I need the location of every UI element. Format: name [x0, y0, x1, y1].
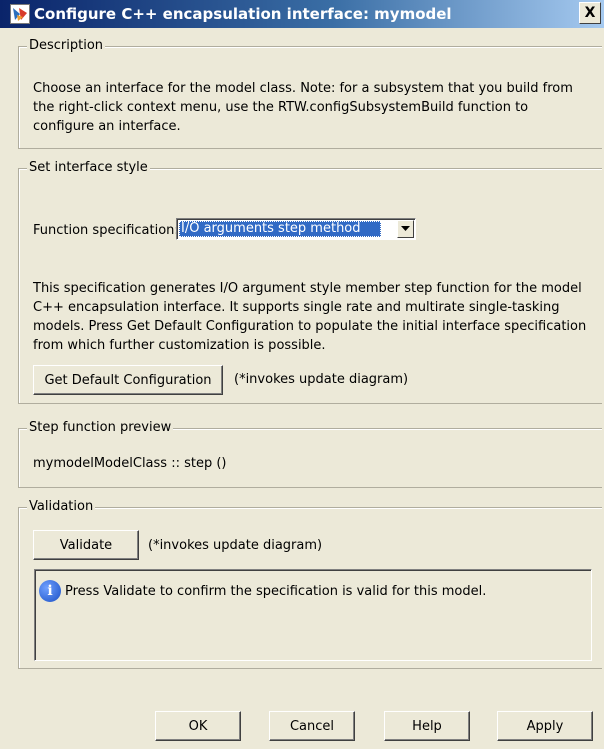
- get-default-configuration-button[interactable]: Get Default Configuration: [33, 365, 223, 395]
- description-legend: Description: [27, 37, 106, 55]
- step-preview-group: Step function preview mymodelModelClass …: [18, 419, 602, 488]
- help-button[interactable]: Help: [384, 711, 470, 741]
- title-bar: Configure C++ encapsulation interface: m…: [0, 0, 604, 28]
- close-button[interactable]: X: [579, 2, 601, 24]
- get-default-note: (*invokes update diagram): [234, 372, 409, 387]
- function-spec-value: I/O arguments step method: [179, 221, 381, 237]
- simulink-app-icon: [10, 4, 30, 24]
- chevron-down-icon[interactable]: [397, 220, 414, 238]
- validate-label: Validate: [59, 537, 113, 553]
- step-preview-text: mymodelModelClass :: step (): [33, 456, 227, 471]
- info-icon: i: [39, 580, 61, 602]
- cancel-label: Cancel: [289, 718, 335, 734]
- description-group: Description Choose an interface for the …: [18, 37, 602, 149]
- function-spec-select[interactable]: I/O arguments step method: [176, 218, 416, 240]
- help-label: Help: [412, 718, 442, 734]
- interface-style-legend: Set interface style: [27, 159, 150, 177]
- step-preview-legend: Step function preview: [27, 419, 174, 437]
- description-text: Choose an interface for the model class.…: [33, 81, 573, 134]
- validation-message: Press Validate to confirm the specificat…: [65, 584, 487, 599]
- close-icon: X: [584, 5, 596, 21]
- apply-button[interactable]: Apply: [497, 711, 593, 741]
- interface-style-explanation: This specification generates I/O argumen…: [33, 281, 587, 353]
- validate-button[interactable]: Validate: [33, 530, 139, 560]
- get-default-configuration-label: Get Default Configuration: [44, 372, 212, 388]
- ok-label: OK: [188, 718, 208, 734]
- window-title: Configure C++ encapsulation interface: m…: [34, 5, 452, 23]
- function-spec-label: Function specification:: [33, 223, 179, 238]
- cancel-button[interactable]: Cancel: [269, 711, 355, 741]
- validate-note: (*invokes update diagram): [148, 538, 323, 553]
- validation-message-box: i Press Validate to confirm the specific…: [34, 569, 592, 661]
- apply-label: Apply: [526, 718, 564, 734]
- ok-button[interactable]: OK: [155, 711, 241, 741]
- validation-legend: Validation: [27, 498, 96, 516]
